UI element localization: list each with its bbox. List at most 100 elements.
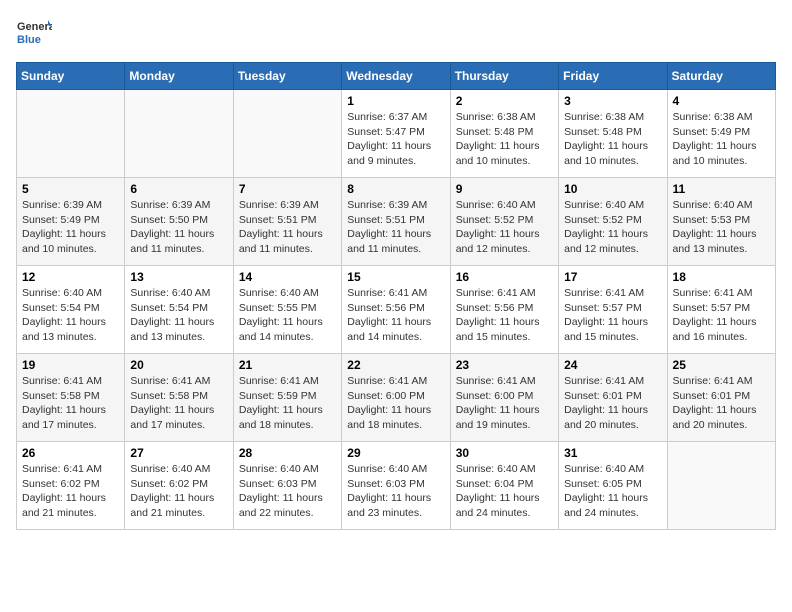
weekday-header-saturday: Saturday xyxy=(667,63,775,90)
calendar-cell: 21Sunrise: 6:41 AMSunset: 5:59 PMDayligh… xyxy=(233,354,341,442)
day-number: 27 xyxy=(130,446,227,460)
day-info: Sunrise: 6:41 AMSunset: 6:02 PMDaylight:… xyxy=(22,462,119,521)
day-info: Sunrise: 6:41 AMSunset: 5:58 PMDaylight:… xyxy=(22,374,119,433)
calendar-cell: 31 Sunrise: 6:40 AMSunset: 6:05 PMDayligh… xyxy=(559,442,667,530)
calendar-table: SundayMondayTuesdayWednesdayThursdayFrid… xyxy=(16,62,776,530)
svg-text:General: General xyxy=(17,21,52,33)
calendar-cell: 3 Sunrise: 6:38 AMSunset: 5:48 PMDaylight… xyxy=(559,90,667,178)
day-info: Sunrise: 6:40 AMSunset: 6:05 PMDaylight:… xyxy=(564,462,661,521)
calendar-cell: 1 Sunrise: 6:37 AMSunset: 5:47 PMDaylight… xyxy=(342,90,450,178)
day-info: Sunrise: 6:38 AMSunset: 5:48 PMDaylight:… xyxy=(564,110,661,169)
day-number: 19 xyxy=(22,358,119,372)
day-info: Sunrise: 6:40 AMSunset: 6:03 PMDaylight:… xyxy=(239,462,336,521)
calendar-cell: 14 Sunrise: 6:40 AMSunset: 5:55 PMDayligh… xyxy=(233,266,341,354)
calendar-week-row: 1 Sunrise: 6:37 AMSunset: 5:47 PMDaylight… xyxy=(17,90,776,178)
day-info: Sunrise: 6:39 AMSunset: 5:49 PMDaylight:… xyxy=(22,198,119,257)
day-info: Sunrise: 6:41 AMSunset: 6:00 PMDaylight:… xyxy=(456,374,553,433)
day-info: Sunrise: 6:38 AMSunset: 5:49 PMDaylight:… xyxy=(673,110,770,169)
day-number: 3 xyxy=(564,94,661,108)
calendar-cell: 5 Sunrise: 6:39 AMSunset: 5:49 PMDaylight… xyxy=(17,178,125,266)
day-info: Sunrise: 6:40 AMSunset: 5:52 PMDaylight:… xyxy=(456,198,553,257)
day-info: Sunrise: 6:41 AMSunset: 6:01 PMDaylight:… xyxy=(564,374,661,433)
calendar-cell: 12Sunrise: 6:40 AMSunset: 5:54 PMDayligh… xyxy=(17,266,125,354)
weekday-header-wednesday: Wednesday xyxy=(342,63,450,90)
weekday-header-monday: Monday xyxy=(125,63,233,90)
day-number: 24 xyxy=(564,358,661,372)
day-info: Sunrise: 6:39 AMSunset: 5:51 PMDaylight:… xyxy=(347,198,444,257)
weekday-header-sunday: Sunday xyxy=(17,63,125,90)
calendar-cell: 17Sunrise: 6:41 AMSunset: 5:57 PMDayligh… xyxy=(559,266,667,354)
calendar-cell: 15Sunrise: 6:41 AMSunset: 5:56 PMDayligh… xyxy=(342,266,450,354)
day-info: Sunrise: 6:40 AMSunset: 6:04 PMDaylight:… xyxy=(456,462,553,521)
calendar-cell: 2 Sunrise: 6:38 AMSunset: 5:48 PMDaylight… xyxy=(450,90,558,178)
day-info: Sunrise: 6:40 AMSunset: 5:55 PMDaylight:… xyxy=(239,286,336,345)
day-number: 25 xyxy=(673,358,770,372)
day-info: Sunrise: 6:40 AMSunset: 6:03 PMDaylight:… xyxy=(347,462,444,521)
day-number: 13 xyxy=(130,270,227,284)
day-number: 18 xyxy=(673,270,770,284)
day-number: 14 xyxy=(239,270,336,284)
day-number: 5 xyxy=(22,182,119,196)
day-number: 22 xyxy=(347,358,444,372)
day-info: Sunrise: 6:37 AMSunset: 5:47 PMDaylight:… xyxy=(347,110,444,169)
day-number: 31 xyxy=(564,446,661,460)
calendar-week-row: 26 Sunrise: 6:41 AMSunset: 6:02 PMDayligh… xyxy=(17,442,776,530)
weekday-header-friday: Friday xyxy=(559,63,667,90)
calendar-cell: 13Sunrise: 6:40 AMSunset: 5:54 PMDayligh… xyxy=(125,266,233,354)
calendar-cell: 16Sunrise: 6:41 AMSunset: 5:56 PMDayligh… xyxy=(450,266,558,354)
day-info: Sunrise: 6:38 AMSunset: 5:48 PMDaylight:… xyxy=(456,110,553,169)
calendar-cell: 28 Sunrise: 6:40 AMSunset: 6:03 PMDayligh… xyxy=(233,442,341,530)
day-info: Sunrise: 6:41 AMSunset: 5:57 PMDaylight:… xyxy=(673,286,770,345)
calendar-cell: 24 Sunrise: 6:41 AMSunset: 6:01 PMDayligh… xyxy=(559,354,667,442)
calendar-cell: 18 Sunrise: 6:41 AMSunset: 5:57 PMDayligh… xyxy=(667,266,775,354)
calendar-cell xyxy=(233,90,341,178)
calendar-cell: 27 Sunrise: 6:40 AMSunset: 6:02 PMDayligh… xyxy=(125,442,233,530)
day-number: 1 xyxy=(347,94,444,108)
calendar-cell: 30 Sunrise: 6:40 AMSunset: 6:04 PMDayligh… xyxy=(450,442,558,530)
calendar-cell: 8 Sunrise: 6:39 AMSunset: 5:51 PMDaylight… xyxy=(342,178,450,266)
calendar-week-row: 5 Sunrise: 6:39 AMSunset: 5:49 PMDaylight… xyxy=(17,178,776,266)
day-number: 26 xyxy=(22,446,119,460)
day-number: 8 xyxy=(347,182,444,196)
calendar-cell: 9 Sunrise: 6:40 AMSunset: 5:52 PMDaylight… xyxy=(450,178,558,266)
day-number: 4 xyxy=(673,94,770,108)
day-number: 7 xyxy=(239,182,336,196)
calendar-cell: 11Sunrise: 6:40 AMSunset: 5:53 PMDayligh… xyxy=(667,178,775,266)
calendar-cell: 19 Sunrise: 6:41 AMSunset: 5:58 PMDayligh… xyxy=(17,354,125,442)
day-number: 29 xyxy=(347,446,444,460)
day-info: Sunrise: 6:41 AMSunset: 5:58 PMDaylight:… xyxy=(130,374,227,433)
calendar-cell: 22 Sunrise: 6:41 AMSunset: 6:00 PMDayligh… xyxy=(342,354,450,442)
day-info: Sunrise: 6:41 AMSunset: 5:57 PMDaylight:… xyxy=(564,286,661,345)
calendar-week-row: 12Sunrise: 6:40 AMSunset: 5:54 PMDayligh… xyxy=(17,266,776,354)
day-number: 16 xyxy=(456,270,553,284)
day-info: Sunrise: 6:39 AMSunset: 5:50 PMDaylight:… xyxy=(130,198,227,257)
day-number: 28 xyxy=(239,446,336,460)
day-info: Sunrise: 6:40 AMSunset: 5:54 PMDaylight:… xyxy=(22,286,119,345)
day-number: 20 xyxy=(130,358,227,372)
day-number: 6 xyxy=(130,182,227,196)
day-info: Sunrise: 6:41 AMSunset: 5:59 PMDaylight:… xyxy=(239,374,336,433)
day-number: 30 xyxy=(456,446,553,460)
day-info: Sunrise: 6:39 AMSunset: 5:51 PMDaylight:… xyxy=(239,198,336,257)
day-number: 15 xyxy=(347,270,444,284)
calendar-week-row: 19 Sunrise: 6:41 AMSunset: 5:58 PMDayligh… xyxy=(17,354,776,442)
page-header: General Blue xyxy=(16,16,776,52)
day-number: 2 xyxy=(456,94,553,108)
calendar-cell xyxy=(125,90,233,178)
weekday-header-row: SundayMondayTuesdayWednesdayThursdayFrid… xyxy=(17,63,776,90)
day-info: Sunrise: 6:41 AMSunset: 6:01 PMDaylight:… xyxy=(673,374,770,433)
svg-text:Blue: Blue xyxy=(17,34,41,46)
calendar-cell xyxy=(17,90,125,178)
calendar-cell: 20 Sunrise: 6:41 AMSunset: 5:58 PMDayligh… xyxy=(125,354,233,442)
calendar-cell: 6 Sunrise: 6:39 AMSunset: 5:50 PMDaylight… xyxy=(125,178,233,266)
calendar-cell: 4 Sunrise: 6:38 AMSunset: 5:49 PMDaylight… xyxy=(667,90,775,178)
day-info: Sunrise: 6:40 AMSunset: 6:02 PMDaylight:… xyxy=(130,462,227,521)
weekday-header-thursday: Thursday xyxy=(450,63,558,90)
day-number: 23 xyxy=(456,358,553,372)
day-info: Sunrise: 6:40 AMSunset: 5:53 PMDaylight:… xyxy=(673,198,770,257)
calendar-cell: 7 Sunrise: 6:39 AMSunset: 5:51 PMDaylight… xyxy=(233,178,341,266)
calendar-cell: 25 Sunrise: 6:41 AMSunset: 6:01 PMDayligh… xyxy=(667,354,775,442)
day-info: Sunrise: 6:41 AMSunset: 6:00 PMDaylight:… xyxy=(347,374,444,433)
day-number: 9 xyxy=(456,182,553,196)
calendar-cell: 26 Sunrise: 6:41 AMSunset: 6:02 PMDayligh… xyxy=(17,442,125,530)
